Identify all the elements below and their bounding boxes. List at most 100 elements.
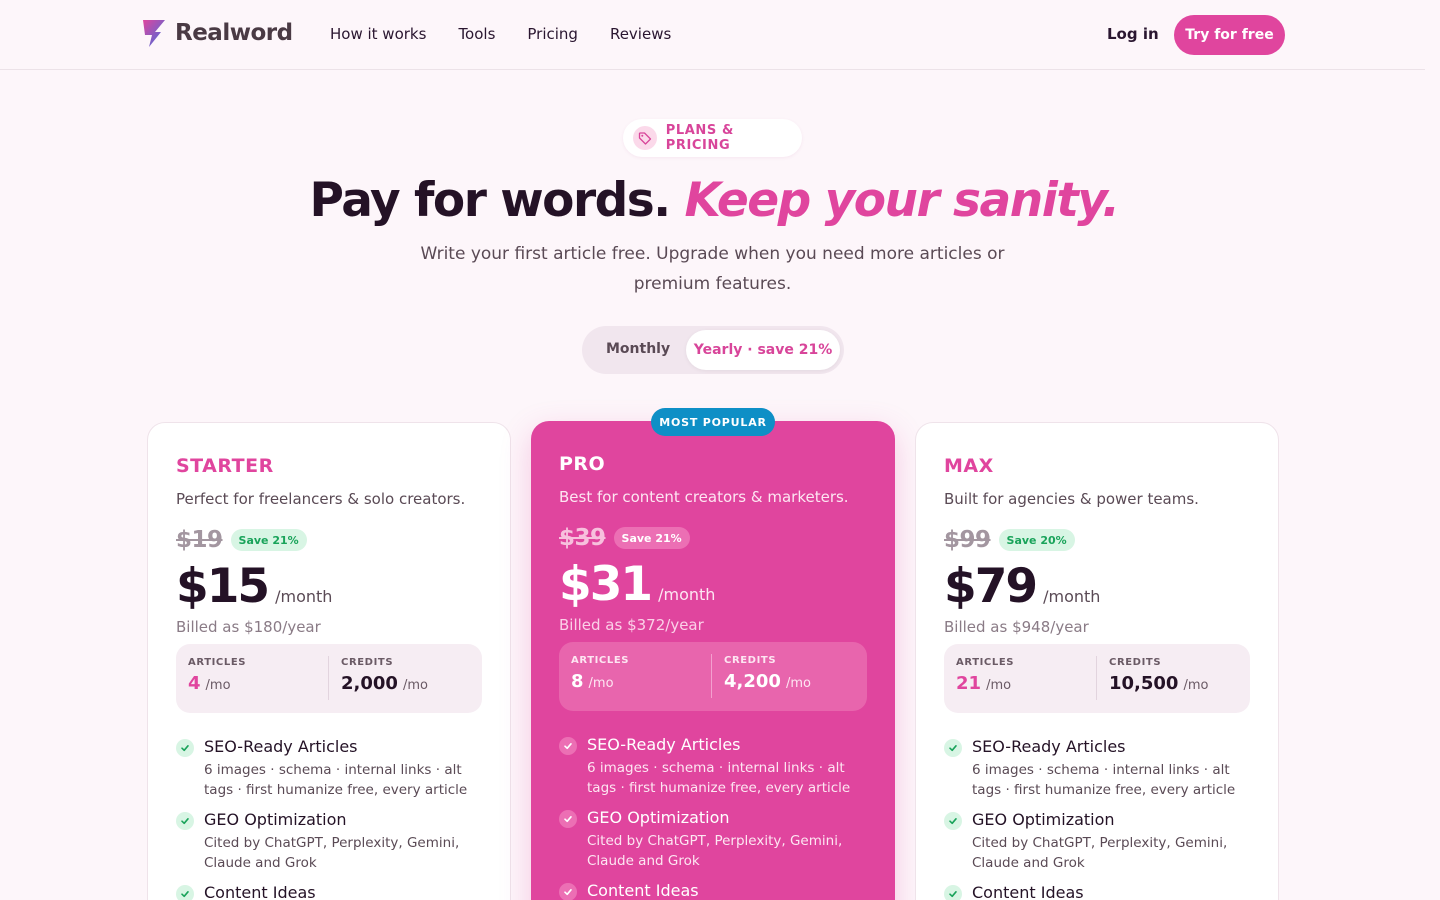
check-icon [559,737,577,755]
original-price: $19 [176,527,223,553]
plan-name: MAX [944,455,994,477]
billing-toggle: Monthly Yearly · save 21% [582,326,844,374]
billed-note: Billed as $180/year [176,618,321,636]
plan-stats: ARTICLES 21/mo CREDITS 10,500/mo [944,644,1250,713]
title-accent: Keep your sanity. [684,173,1120,228]
check-icon [559,810,577,828]
credits-label: CREDITS [724,655,777,666]
articles-count: 4 [188,673,201,694]
credits-unit: /mo [402,678,428,693]
nav-link-reviews[interactable]: Reviews [610,25,671,43]
plans-pricing-badge: PLANS & PRICING [623,119,802,157]
save-badge: Save 21% [230,529,307,551]
feature-list: SEO-Ready Articles 6 images · schema · in… [559,735,869,900]
credits-unit: /mo [1183,678,1209,693]
articles-unit: /mo [986,678,1012,693]
nav-link-tools[interactable]: Tools [458,25,495,43]
login-link[interactable]: Log in [1107,25,1159,43]
price-row: $79/month [944,559,1100,614]
check-icon [944,812,962,830]
price-row: $31/month [559,557,715,612]
check-icon [176,739,194,757]
credits-stat: CREDITS 4,200/mo [724,655,811,692]
articles-label: ARTICLES [956,657,1015,668]
check-icon [176,885,194,900]
articles-unit: /mo [588,676,614,691]
feature-title: GEO Optimization [587,808,730,827]
feature-list: SEO-Ready Articles 6 images · schema · in… [176,737,486,900]
plan-name: PRO [559,453,606,475]
feature-item: SEO-Ready Articles 6 images · schema · in… [176,737,486,800]
feature-description: 6 images · schema · internal links · alt… [204,762,468,798]
credits-stat: CREDITS 10,500/mo [1109,657,1208,694]
price-period: /month [275,587,333,606]
plan-price: $79 [944,559,1038,614]
page-title: Pay for words. Keep your sanity. [0,173,1428,228]
feature-title: Content Ideas [587,881,699,900]
feature-item: Content Ideas [944,883,1254,900]
brand-name: Realword [175,20,293,46]
feature-description: Cited by ChatGPT, Perplexity, Gemini, Cl… [587,833,843,869]
plan-stats: ARTICLES 4/mo CREDITS 2,000/mo [176,644,482,713]
nav-link-how-it-works[interactable]: How it works [330,25,426,43]
plan-price: $15 [176,559,270,614]
credits-unit: /mo [785,676,811,691]
articles-stat: ARTICLES 8/mo [571,655,629,692]
feature-description: 6 images · schema · internal links · alt… [972,762,1236,798]
realword-logo-icon [143,20,165,47]
save-badge: Save 21% [613,527,690,549]
articles-count: 8 [571,671,584,692]
plan-description: Best for content creators & marketers. [559,488,849,506]
billed-note: Billed as $948/year [944,618,1089,636]
original-price-row: $39 Save 21% [559,525,690,551]
articles-label: ARTICLES [188,657,247,668]
feature-title: SEO-Ready Articles [972,737,1126,756]
credits-label: CREDITS [341,657,394,668]
check-icon [944,885,962,900]
feature-title: SEO-Ready Articles [587,735,741,754]
nav-links: How it works Tools Pricing Reviews [330,25,671,43]
price-period: /month [658,585,716,604]
original-price: $99 [944,527,991,553]
plan-card-starter: STARTER Perfect for freelancers & solo cr… [147,422,511,900]
original-price: $39 [559,525,606,551]
stats-divider [711,654,712,698]
price-tag-icon [633,126,657,150]
stats-divider [1096,656,1097,700]
feature-item: Content Ideas [176,883,486,900]
articles-label: ARTICLES [571,655,630,666]
plan-card-pro: PRO Best for content creators & marketers… [531,421,895,900]
feature-title: SEO-Ready Articles [204,737,358,756]
feature-item: Content Ideas [559,881,869,900]
plan-description: Perfect for freelancers & solo creators. [176,490,466,508]
feature-title: GEO Optimization [204,810,347,829]
try-for-free-button[interactable]: Try for free [1174,15,1285,55]
feature-list: SEO-Ready Articles 6 images · schema · in… [944,737,1254,900]
check-icon [559,883,577,900]
billing-monthly-option[interactable]: Monthly [606,341,670,357]
original-price-row: $19 Save 21% [176,527,307,553]
billing-yearly-option[interactable]: Yearly · save 21% [686,330,840,370]
most-popular-badge: MOST POPULAR [651,408,775,436]
articles-stat: ARTICLES 4/mo [188,657,246,694]
title-plain: Pay for words. [309,173,672,228]
feature-description: Cited by ChatGPT, Perplexity, Gemini, Cl… [972,835,1228,871]
page-subtitle: Write your first article free. Upgrade w… [420,244,1005,294]
brand-logo[interactable]: Realword [141,18,293,48]
check-icon [176,812,194,830]
plan-card-max: MAX Built for agencies & power teams. $99 S… [915,422,1279,900]
credits-count: 10,500 [1109,673,1179,694]
save-badge: Save 20% [998,529,1075,551]
plan-price: $31 [559,557,653,612]
top-nav: Realword How it works Tools Pricing Revi… [0,0,1425,70]
feature-title: Content Ideas [972,883,1084,900]
feature-item: GEO Optimization Cited by ChatGPT, Perple… [559,808,869,871]
feature-item: SEO-Ready Articles 6 images · schema · in… [944,737,1254,800]
credits-count: 4,200 [724,671,781,692]
original-price-row: $99 Save 20% [944,527,1075,553]
nav-link-pricing[interactable]: Pricing [527,25,578,43]
feature-item: SEO-Ready Articles 6 images · schema · in… [559,735,869,798]
plan-name: STARTER [176,455,274,477]
articles-unit: /mo [205,678,231,693]
feature-item: GEO Optimization Cited by ChatGPT, Perple… [176,810,486,873]
